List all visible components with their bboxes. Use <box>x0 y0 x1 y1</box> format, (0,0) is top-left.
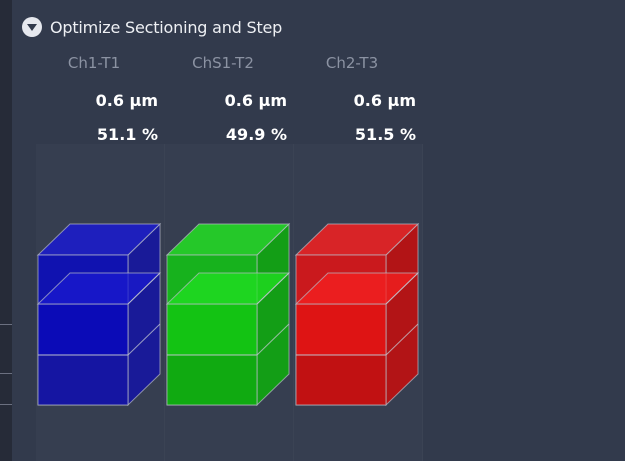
cube-section-slab <box>166 303 258 356</box>
cube-lower-block <box>166 354 258 406</box>
section-cube-ch3 <box>294 222 420 407</box>
cube-side-face <box>256 222 290 407</box>
section-cube-ch1 <box>36 222 162 407</box>
cube-section-slab <box>295 303 387 356</box>
section-cube-ch2 <box>165 222 291 407</box>
section-cubes-graphic <box>36 222 420 407</box>
cube-side-face <box>385 222 419 407</box>
cube-lower-block <box>37 354 129 406</box>
cube-section-slab <box>37 303 129 356</box>
cube-lower-block <box>295 354 387 406</box>
cube-side-face <box>127 222 161 407</box>
